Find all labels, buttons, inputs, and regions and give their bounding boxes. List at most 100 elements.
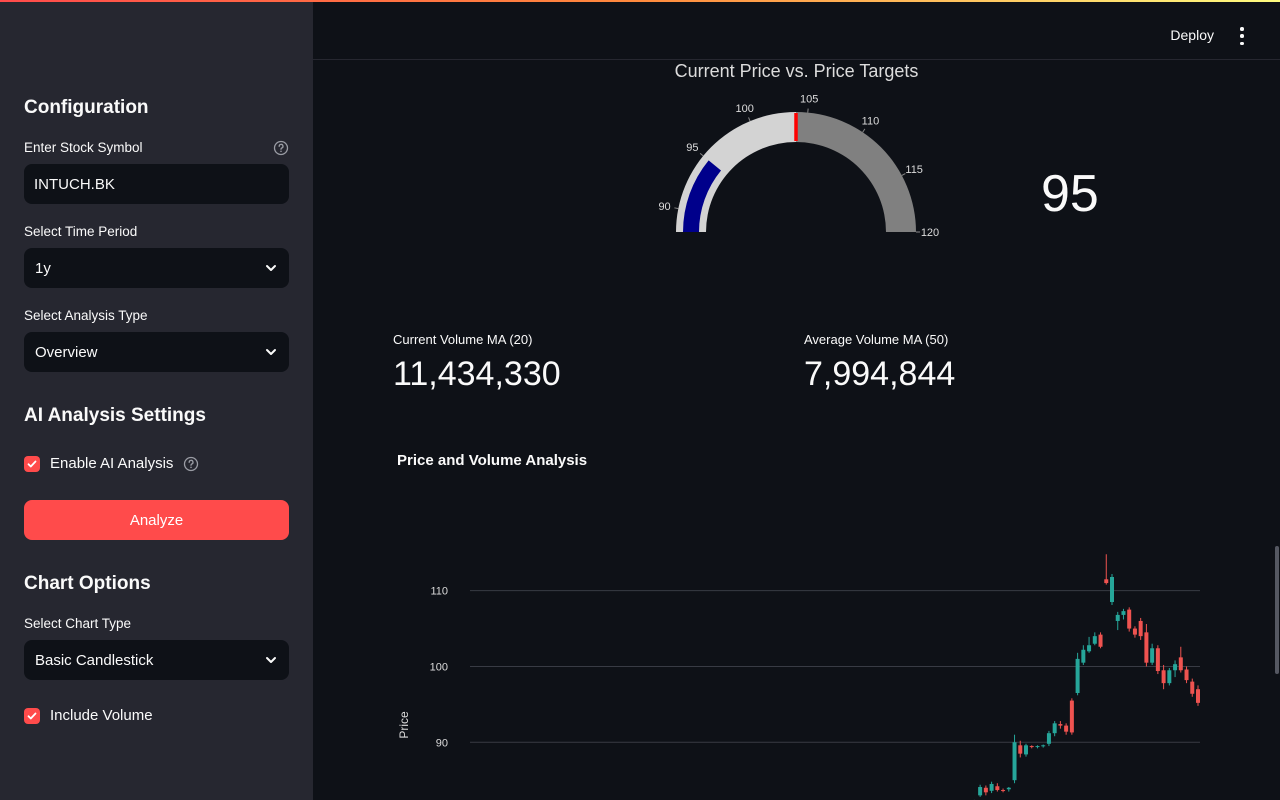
gauge-tick-label: 105 — [800, 94, 818, 106]
main-scrollbar[interactable] — [1275, 546, 1279, 674]
stock-symbol-input[interactable]: INTUCH.BK — [24, 164, 289, 204]
checkbox-checked-icon[interactable] — [24, 455, 40, 472]
candlestick — [1115, 611, 1120, 631]
main-menu-icon[interactable] — [1234, 27, 1250, 45]
candlestick — [1041, 744, 1046, 748]
candlestick — [1132, 626, 1137, 638]
candlestick — [1155, 645, 1160, 675]
candlestick — [1138, 617, 1143, 640]
gauge-tick-label: 95 — [686, 142, 698, 154]
include-volume-label: Include Volume — [50, 707, 153, 724]
time-period-select[interactable]: 1y — [24, 248, 289, 288]
chevron-down-icon — [266, 265, 276, 271]
candlestick — [1161, 664, 1166, 690]
candle-body — [1092, 636, 1097, 644]
candlestick — [1069, 698, 1074, 735]
gauge-tick-mark — [748, 117, 751, 122]
candlestick — [1173, 660, 1178, 678]
stock-symbol-label: Enter Stock Symbol — [24, 140, 143, 155]
help-icon[interactable] — [273, 140, 289, 156]
checkbox-checked-icon[interactable] — [24, 707, 40, 724]
analysis-type-label: Select Analysis Type — [24, 308, 148, 323]
configuration-heading: Configuration — [24, 97, 149, 118]
candle-body — [1075, 658, 1080, 693]
candle-body — [1069, 700, 1074, 733]
volume-ma20-value: 11,434,330 — [393, 355, 561, 393]
analysis-type-value: Overview — [35, 343, 98, 361]
gauge-step-1 — [796, 112, 916, 232]
candlestick — [1081, 645, 1086, 665]
chevron-down-icon — [266, 657, 276, 663]
chart-options-heading: Chart Options — [24, 573, 151, 594]
candlestick — [1018, 740, 1023, 758]
ai-settings-heading: AI Analysis Settings — [24, 405, 206, 426]
candlestick-chart[interactable]: 8090100110Price — [390, 530, 1220, 800]
candle-body — [983, 787, 988, 793]
y-axis-label: Price — [397, 711, 411, 739]
enable-ai-label: Enable AI Analysis — [50, 455, 174, 472]
candlestick — [1144, 624, 1149, 667]
candlestick — [1196, 685, 1200, 706]
candlestick — [1190, 678, 1195, 697]
candlestick — [1035, 745, 1040, 749]
candle-body — [1127, 609, 1132, 629]
enable-ai-checkbox[interactable]: Enable AI Analysis — [24, 455, 199, 472]
candle-body — [1018, 745, 1023, 754]
candlestick — [1052, 721, 1057, 737]
analysis-type-select[interactable]: Overview — [24, 332, 289, 372]
candlestick — [1087, 636, 1092, 653]
candlestick — [1075, 652, 1080, 696]
candle-body — [1104, 579, 1109, 584]
candle-body — [1150, 648, 1155, 663]
candlestick — [1046, 730, 1051, 747]
chart-title: Price and Volume Analysis — [397, 452, 588, 469]
candle-body — [1087, 645, 1092, 652]
help-icon[interactable] — [183, 456, 199, 472]
candle-body — [1132, 628, 1137, 635]
top-decoration-stripe — [0, 0, 1280, 2]
candlestick — [1058, 721, 1063, 729]
candle-body — [995, 786, 1000, 791]
candle-body — [1121, 611, 1126, 615]
gauge-tick-label: 90 — [658, 201, 670, 213]
candlestick — [1150, 643, 1155, 665]
candle-body — [1001, 790, 1006, 792]
candle-body — [1035, 746, 1040, 748]
candle-body — [1006, 787, 1011, 790]
candle-body — [1052, 723, 1057, 734]
candle-body — [1178, 657, 1183, 671]
candle-body — [1115, 614, 1120, 621]
gauge-tick-mark — [699, 152, 704, 157]
candle-body — [1024, 745, 1028, 755]
candle-body — [1041, 745, 1046, 747]
candle-body — [1081, 649, 1086, 663]
gauge-current-price: 95 — [1041, 165, 1099, 223]
candlestick — [1001, 788, 1006, 793]
candle-body — [1046, 733, 1051, 744]
gauge-tick-mark — [674, 207, 679, 210]
candlestick — [1167, 667, 1172, 686]
volume-ma50-value: 7,994,844 — [804, 355, 956, 393]
gauge-tick-label: 115 — [905, 164, 923, 176]
candle-body — [989, 783, 994, 791]
gauge-tick-label: 120 — [921, 227, 939, 239]
time-period-label: Select Time Period — [24, 224, 138, 239]
analyze-button[interactable]: Analyze — [24, 500, 289, 540]
volume-ma20-label: Current Volume MA (20) — [393, 332, 533, 347]
gauge-tick-mark — [862, 128, 866, 133]
chart-type-select[interactable]: Basic Candlestick — [24, 640, 289, 680]
candlestick — [1029, 745, 1034, 749]
candle-body — [1138, 620, 1143, 637]
candle-body — [1064, 725, 1069, 732]
gauge-title: Current Price vs. Price Targets — [674, 61, 919, 81]
deploy-button[interactable]: Deploy — [1170, 27, 1214, 43]
include-volume-checkbox[interactable]: Include Volume — [24, 707, 153, 724]
candle-body — [1012, 742, 1017, 781]
y-tick-label: 100 — [430, 661, 448, 673]
candle-body — [1167, 670, 1172, 684]
stock-symbol-value: INTUCH.BK — [34, 175, 115, 193]
candle-body — [1161, 670, 1166, 684]
gauge-tick-label: 110 — [862, 116, 880, 128]
candlestick — [1092, 632, 1097, 646]
candlestick — [1098, 632, 1103, 649]
